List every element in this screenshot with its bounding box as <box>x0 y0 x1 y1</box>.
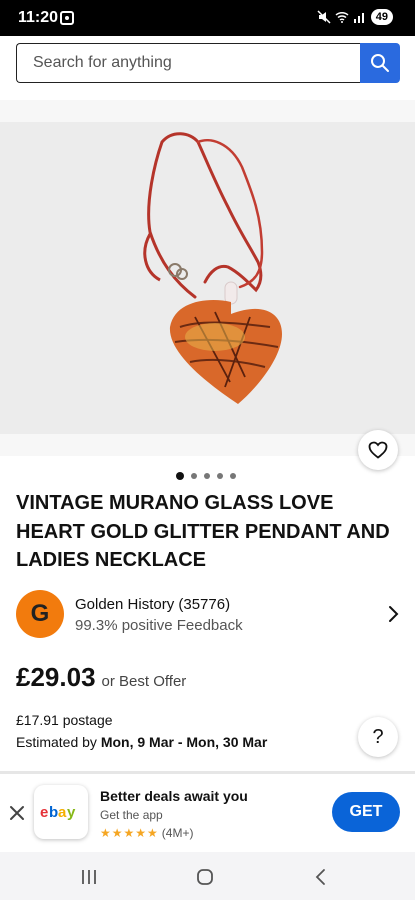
app-rating: ★★★★★ (4M+) <box>100 826 193 840</box>
help-button[interactable]: ? <box>358 717 398 757</box>
watch-button[interactable] <box>358 430 398 470</box>
seller-avatar: G <box>16 590 64 638</box>
price: £29.03 <box>16 662 96 692</box>
home-icon[interactable] <box>196 868 214 886</box>
search-input[interactable] <box>16 43 360 83</box>
seller-feedback: 99.3% positive Feedback <box>75 617 243 634</box>
postage-cost: £17.91 postage <box>16 712 113 728</box>
svg-text:b: b <box>49 804 58 821</box>
product-title: VINTAGE MURANO GLASS LOVE HEART GOLD GLI… <box>16 492 390 571</box>
seller-name: Golden History (35776) <box>75 596 231 613</box>
status-bar: 11:20 49 <box>0 0 415 36</box>
svg-text:e: e <box>40 804 48 821</box>
rating-count: (4M+) <box>161 826 194 840</box>
heart-icon <box>368 441 388 459</box>
image-pagination-dots <box>176 472 236 480</box>
status-time: 11:20 <box>18 9 59 26</box>
seller-row[interactable]: G Golden History (35776) 99.3% positive … <box>16 590 400 640</box>
get-app-button[interactable]: GET <box>332 792 400 832</box>
star-rating-icon: ★★★★★ <box>100 826 159 840</box>
ebay-logo-icon: e b a y <box>40 804 77 821</box>
ebay-app-icon: e b a y <box>34 785 88 839</box>
app-install-banner: e b a y Better deals await you Get the a… <box>0 774 415 850</box>
screenshot-icon <box>60 11 74 25</box>
pendant-necklace-photo <box>0 122 415 434</box>
image-footer <box>0 434 415 456</box>
banner-title: Better deals await you <box>100 788 248 804</box>
pagination-dot[interactable] <box>204 473 210 479</box>
estimated-dates: Mon, 9 Mar - Mon, 30 Mar <box>100 734 268 750</box>
pagination-dot[interactable] <box>230 473 236 479</box>
back-icon[interactable] <box>314 868 328 886</box>
price-row: £29.03 or Best Offer <box>16 662 186 693</box>
mute-icon <box>317 10 331 24</box>
svg-text:y: y <box>67 804 76 821</box>
system-nav-bar <box>0 852 415 900</box>
pagination-dot[interactable] <box>191 473 197 479</box>
best-offer-label: or Best Offer <box>101 673 187 690</box>
search-icon <box>371 54 389 72</box>
status-icons: 49 <box>317 9 393 25</box>
recents-icon[interactable] <box>80 868 98 886</box>
svg-text:a: a <box>58 804 67 821</box>
section-divider <box>0 100 415 122</box>
signal-icon <box>353 13 364 23</box>
close-icon[interactable] <box>8 804 26 822</box>
pagination-dot-active[interactable] <box>176 472 184 480</box>
estimated-label: Estimated by <box>16 734 97 750</box>
chevron-right-icon <box>389 606 399 622</box>
search-button[interactable] <box>360 43 400 83</box>
battery-icon: 49 <box>370 9 393 25</box>
estimated-delivery: Estimated by Mon, 9 Mar - Mon, 30 Mar <box>16 734 267 750</box>
search-bar <box>16 43 400 83</box>
product-image[interactable] <box>0 122 415 434</box>
pagination-dot[interactable] <box>217 473 223 479</box>
banner-subtitle: Get the app <box>100 808 163 822</box>
wifi-icon <box>335 11 349 23</box>
